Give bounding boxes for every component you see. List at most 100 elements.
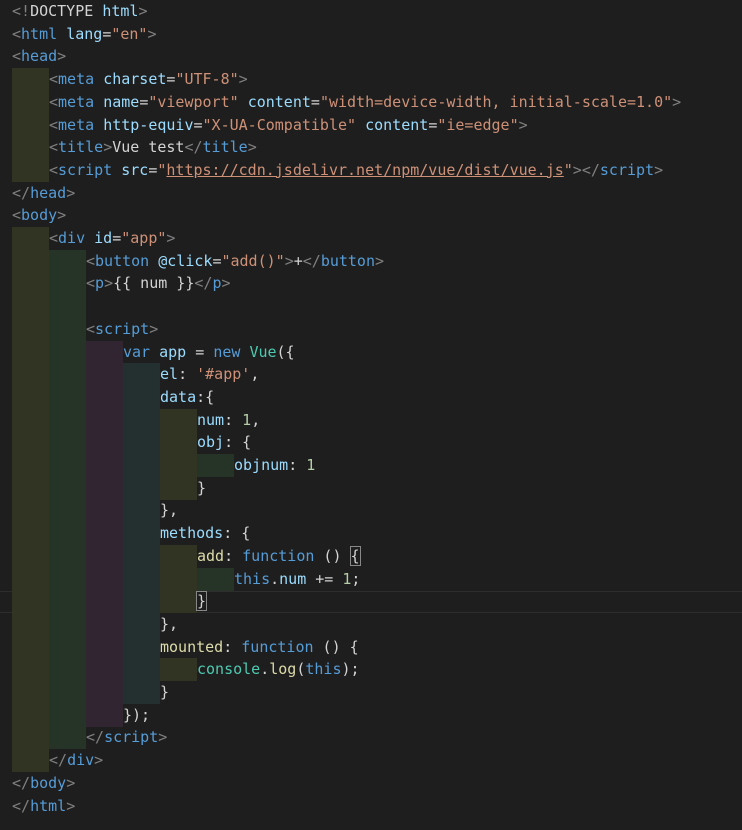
- indent-guide: [12, 522, 49, 546]
- code-line[interactable]: <title>Vue test</title>: [0, 136, 742, 160]
- code-token: button: [95, 251, 150, 270]
- code-text: var app = new Vue({: [123, 341, 295, 364]
- code-token: html: [21, 24, 58, 43]
- code-token: charset: [103, 70, 167, 89]
- code-token: {: [349, 545, 361, 566]
- code-line[interactable]: [0, 295, 742, 319]
- code-line[interactable]: </div>: [0, 749, 742, 773]
- code-line[interactable]: data:{: [0, 385, 742, 409]
- code-line[interactable]: });: [0, 703, 742, 727]
- code-token: +: [293, 251, 303, 270]
- indent-guide: [123, 522, 160, 546]
- code-token: </: [12, 183, 31, 202]
- code-token: body: [21, 206, 58, 225]
- indent-guide: [12, 90, 49, 114]
- indent-guide: [12, 385, 49, 409]
- code-text: </body>: [12, 772, 75, 795]
- code-token: 1: [306, 456, 316, 474]
- indent-guide: [12, 612, 49, 636]
- code-line[interactable]: },: [0, 499, 742, 523]
- code-token: );: [341, 660, 360, 679]
- indent-guide: [123, 567, 160, 591]
- code-line[interactable]: <body>: [0, 204, 742, 227]
- code-token: =: [102, 24, 112, 43]
- code-token: }: [160, 683, 170, 701]
- code-line[interactable]: <!DOCTYPE html>: [0, 0, 742, 23]
- code-line[interactable]: <meta name="viewport" content="width=dev…: [0, 90, 742, 114]
- code-token: obj: [197, 433, 225, 452]
- code-token: ({: [276, 342, 295, 361]
- code-text: </script>: [86, 726, 167, 749]
- code-line[interactable]: this.num += 1;: [0, 567, 742, 591]
- code-token: ;: [351, 569, 361, 588]
- code-line[interactable]: <script>: [0, 317, 742, 341]
- code-token: },: [160, 614, 179, 633]
- code-line[interactable]: add: function () {: [0, 544, 742, 568]
- code-token: </: [302, 251, 321, 270]
- code-token: body: [30, 773, 67, 792]
- indent-guide: [49, 612, 86, 636]
- code-line[interactable]: <button @click="add()">+</button>: [0, 249, 742, 273]
- code-line[interactable]: <div id="app">: [0, 227, 742, 250]
- code-line[interactable]: <head>: [0, 45, 742, 68]
- code-line[interactable]: </head>: [0, 182, 742, 205]
- code-line[interactable]: methods: {: [0, 522, 742, 546]
- code-token: Vue test: [112, 138, 185, 157]
- code-token: <: [49, 160, 59, 179]
- indent-guide: [86, 363, 123, 387]
- code-token: </: [49, 751, 68, 770]
- code-token: : {: [224, 433, 252, 452]
- code-token: "add()": [221, 251, 285, 270]
- code-token: DOCTYPE: [30, 2, 94, 20]
- code-token: {{ num }}: [113, 274, 195, 293]
- code-line[interactable]: console.log(this);: [0, 658, 742, 682]
- code-token: >: [57, 206, 67, 225]
- code-token: }: [197, 478, 207, 497]
- code-token: '#app': [196, 365, 251, 384]
- indent-guide: [86, 544, 123, 568]
- indent-guide: [49, 340, 86, 364]
- code-token: ,: [250, 365, 260, 384]
- code-line[interactable]: el: '#app',: [0, 363, 742, 387]
- code-line[interactable]: <meta http-equiv="X-UA-Compatible" conte…: [0, 113, 742, 137]
- code-line[interactable]: <p>{{ num }}</p>: [0, 272, 742, 296]
- code-line[interactable]: num: 1,: [0, 408, 742, 432]
- indent-guide: [160, 476, 197, 500]
- code-token: methods: [160, 524, 224, 543]
- code-line[interactable]: mounted: function () {: [0, 635, 742, 659]
- code-token: <: [12, 206, 22, 225]
- indent-guide: [86, 522, 123, 546]
- code-token: >: [221, 274, 231, 293]
- code-line[interactable]: </script>: [0, 726, 742, 750]
- code-line[interactable]: var app = new Vue({: [0, 340, 742, 364]
- code-text: },: [160, 613, 178, 636]
- code-token: <: [49, 70, 59, 89]
- code-line[interactable]: },: [0, 612, 742, 636]
- code-editor[interactable]: <!DOCTYPE html> <html lang="en"> <head> <me…: [0, 0, 742, 830]
- code-line[interactable]: obj: {: [0, 431, 742, 455]
- code-token: <: [49, 229, 59, 247]
- code-line[interactable]: <html lang="en">: [0, 23, 742, 46]
- code-line[interactable]: </body>: [0, 772, 742, 795]
- code-line[interactable]: objnum: 1: [0, 454, 742, 477]
- code-text: obj: {: [197, 431, 251, 454]
- code-token: <: [12, 24, 22, 43]
- code-token: >: [518, 115, 528, 134]
- code-line[interactable]: }: [0, 590, 742, 614]
- indent-guide: [12, 454, 49, 477]
- code-text: add: function () {: [197, 545, 361, 568]
- code-token: :: [224, 410, 243, 429]
- indent-guide: [86, 385, 123, 409]
- code-line[interactable]: <script src="https://cdn.jsdelivr.net/np…: [0, 158, 742, 182]
- code-line[interactable]: <meta charset="UTF-8">: [0, 68, 742, 92]
- code-line[interactable]: }: [0, 681, 742, 704]
- code-line[interactable]: </html>: [0, 795, 742, 818]
- code-token: meta: [58, 70, 95, 89]
- code-text: }: [195, 590, 208, 613]
- code-token: :{: [196, 387, 215, 406]
- code-token: this: [305, 660, 342, 679]
- code-line[interactable]: }: [0, 476, 742, 500]
- code-token: "viewport": [148, 92, 239, 111]
